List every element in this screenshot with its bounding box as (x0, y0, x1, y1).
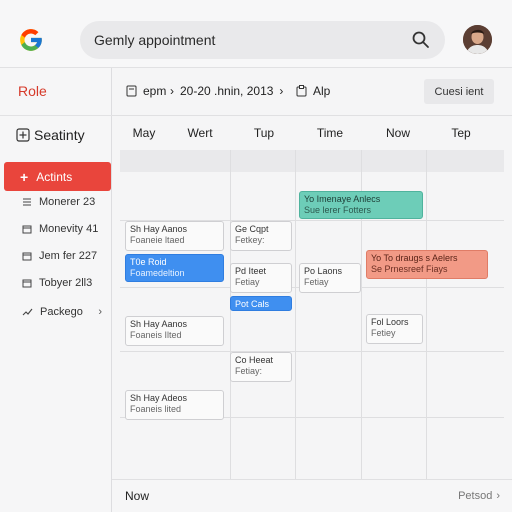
plus-square-icon (16, 128, 30, 142)
sidebar-item[interactable]: Jem fer 227 (22, 250, 97, 262)
day-header[interactable]: May (114, 126, 174, 140)
day-header[interactable]: Wert (170, 126, 230, 140)
sidebar-item[interactable]: Packego › (22, 306, 102, 318)
all-day-band (120, 150, 504, 172)
event-title: Yo Imenaye Anlecs (304, 194, 381, 204)
google-logo-icon (20, 29, 42, 51)
toolbar-label: epm (143, 84, 167, 98)
search-input[interactable]: Gemly appointment (94, 32, 215, 48)
date-range: 20-20 .hnin, 2013 (180, 84, 274, 98)
event-title: Co Heeat (235, 355, 274, 365)
event-subtitle: Fetiay: (235, 366, 263, 376)
event-subtitle: Foaneie ltaed (130, 235, 185, 245)
sidebar-item-label: Packego (40, 306, 83, 318)
toolbar-item[interactable]: Alp (296, 84, 330, 98)
chevron-right-icon: › (170, 84, 174, 98)
event-card[interactable]: Sh Hay Aanos Foaneie ltaed (125, 221, 224, 251)
avatar-icon (463, 25, 492, 54)
list-icon (23, 198, 31, 206)
sidebar-item-label: Tobyer 2ll3 (39, 277, 93, 289)
day-header[interactable]: Tup (234, 126, 294, 140)
event-subtitle: Foaneis Ilted (130, 330, 182, 340)
calendar-main: epm › 20-20 .hnin, 2013 › Alp Cuesi ient… (112, 68, 512, 512)
sidebar-item-label: Monerer 23 (39, 196, 96, 208)
event-card[interactable]: Pot Cals (230, 296, 292, 311)
current-button[interactable]: Cuesi ient (424, 79, 494, 104)
grid-line (295, 150, 296, 480)
event-card[interactable]: Ge Cqpt Fetkey: (230, 221, 292, 251)
calendar-footer: Now Petsod › (112, 479, 512, 512)
search-icon[interactable] (411, 30, 431, 50)
day-header[interactable]: Now (368, 126, 428, 140)
plus-icon: + (20, 168, 29, 185)
sidebar-item[interactable]: Monevity 41 (22, 223, 98, 235)
event-subtitle: Fetiay (304, 277, 329, 287)
top-bar: Gemly appointment (0, 0, 512, 68)
divider (0, 115, 112, 116)
sidebar-item[interactable]: Monerer 23 (22, 196, 95, 208)
event-card[interactable]: Yo To draugs s Aelers Se Prnesreef Fiays (366, 250, 488, 279)
sidebar-item-label: Monevity 41 (39, 223, 99, 235)
event-title: Yo To draugs s Aelers (371, 253, 458, 263)
event-card[interactable]: T0e Roid Foamedeltion (125, 254, 224, 282)
event-title: Ge Cqpt (235, 224, 269, 234)
grid-line (230, 150, 231, 480)
app-window: Gemly appointment Role Seatinty + Actint… (0, 0, 512, 512)
calendar-icon (22, 225, 32, 234)
event-title: Fol Loors (371, 317, 409, 327)
event-title: Sh Hay Aanos (130, 319, 188, 329)
event-subtitle: Fetkey: (235, 235, 265, 245)
event-title: T0e Roid (130, 257, 167, 267)
event-title: Po Laons (304, 266, 343, 276)
event-title: Pot Cals (235, 299, 270, 309)
calendar-toolbar: epm › 20-20 .hnin, 2013 › Alp Cuesi ient (112, 68, 512, 116)
event-title: Sh Hay Adeos (130, 393, 188, 403)
calendar-icon (22, 279, 32, 288)
role-label[interactable]: Role (18, 83, 47, 99)
toolbar-label: Alp (313, 84, 331, 98)
event-card[interactable]: Fol Loors Fetiey (366, 314, 423, 344)
sidebar-item[interactable]: Tobyer 2ll3 (22, 277, 92, 289)
clipboard-icon (296, 85, 307, 97)
event-card[interactable]: Sh Hay Adeos Foaneis lited (125, 390, 224, 420)
calendar-icon (22, 252, 32, 261)
event-subtitle: Foamedeltion (130, 268, 185, 278)
chevron-right-icon: › (279, 84, 284, 98)
day-header[interactable]: Tep (431, 126, 491, 140)
day-header[interactable]: Time (300, 126, 360, 140)
event-card[interactable]: Yo Imenaye Anlecs Sue lerer Fotters (299, 191, 423, 219)
grid-line (426, 150, 427, 480)
event-title: Pd Iteet (235, 266, 267, 276)
now-button[interactable]: Now (125, 489, 149, 503)
toolbar-item[interactable]: › 20-20 .hnin, 2013 › (170, 84, 283, 98)
period-label: Petsod (458, 490, 493, 502)
actions-button[interactable]: + Actints (4, 162, 111, 191)
settings-label: Seatinty (34, 127, 85, 143)
avatar[interactable] (463, 25, 492, 54)
event-subtitle: Sue lerer Fotters (304, 205, 372, 215)
sidebar: Role Seatinty + Actints Monerer 23 Monev… (0, 68, 112, 512)
document-icon (126, 85, 137, 97)
event-subtitle: Fetiey (371, 328, 396, 338)
event-title: Sh Hay Aanos (130, 224, 188, 234)
grid-line (120, 351, 504, 352)
calendar-grid: Yo Imenaye Anlecs Sue lerer Fotters Sh H… (120, 150, 504, 480)
settings-item[interactable]: Seatinty (16, 127, 85, 143)
event-card[interactable]: Po Laons Fetiay (299, 263, 361, 293)
event-card[interactable]: Pd Iteet Fetiay (230, 263, 292, 293)
actions-label: Actints (36, 169, 73, 184)
chevron-right-icon: › (98, 306, 102, 318)
sidebar-item-label: Jem fer 227 (39, 250, 98, 262)
period-button[interactable]: Petsod › (458, 490, 500, 502)
toolbar-item[interactable]: epm (126, 84, 166, 98)
search-bar[interactable]: Gemly appointment (80, 21, 445, 59)
event-card[interactable]: Sh Hay Aanos Foaneis Ilted (125, 316, 224, 346)
event-subtitle: Foaneis lited (130, 404, 182, 414)
event-subtitle: Se Prnesreef Fiays (371, 264, 448, 274)
event-subtitle: Fetiay (235, 277, 260, 287)
chevron-right-icon: › (496, 490, 500, 502)
trend-icon (22, 308, 33, 316)
event-card[interactable]: Co Heeat Fetiay: (230, 352, 292, 382)
